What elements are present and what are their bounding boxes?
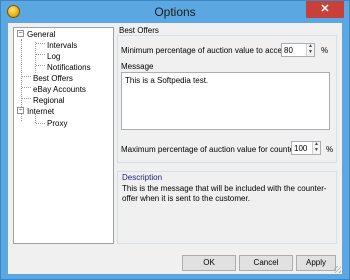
spin-down-icon[interactable]: ▼ [308, 50, 313, 55]
apply-button[interactable]: Apply [296, 255, 336, 271]
min-percentage-spinner[interactable]: 80 ▲ ▼ [281, 43, 315, 57]
resize-grip-icon[interactable] [334, 266, 341, 273]
message-label: Message [121, 62, 154, 71]
max-percentage-unit: % [326, 145, 334, 154]
description-text: This is the message that will be include… [122, 184, 327, 203]
tree-item-internet[interactable]: Internet [27, 107, 54, 116]
window-title: Options [154, 5, 196, 19]
dialog-body: − General Intervals Log Notifications Be… [8, 23, 342, 274]
description-title: Description [122, 173, 163, 182]
close-button[interactable]: ✕ [306, 1, 344, 18]
tree-item-ebay-accounts[interactable]: eBay Accounts [33, 85, 86, 94]
description-panel: Description This is the message that wil… [117, 171, 337, 244]
tree-item-notifications[interactable]: Notifications [47, 63, 91, 72]
tree-item-best-offers[interactable]: Best Offers [33, 74, 73, 83]
general-collapse-icon[interactable]: − [17, 30, 24, 37]
spin-down-icon[interactable]: ▼ [314, 148, 319, 153]
tree-item-intervals[interactable]: Intervals [47, 41, 77, 50]
tree-item-log[interactable]: Log [47, 52, 60, 61]
max-percentage-value[interactable]: 100 [294, 144, 307, 153]
tree-item-regional[interactable]: Regional [33, 96, 65, 105]
tree-item-proxy[interactable]: Proxy [47, 119, 67, 128]
tree-item-general[interactable]: General [27, 30, 55, 39]
options-window: Options ✕ − General Intervals Log Notifi… [0, 0, 350, 280]
min-percentage-value[interactable]: 80 [284, 46, 293, 55]
best-offers-heading: Best Offers [118, 26, 160, 35]
ok-button[interactable]: OK [182, 255, 236, 271]
min-percentage-unit: % [321, 46, 329, 55]
title-bar[interactable]: Options ✕ [1, 1, 349, 23]
min-percentage-label: Minimum percentage of auction value to a… [121, 46, 291, 55]
max-spinner-arrows[interactable]: ▲ ▼ [312, 142, 320, 154]
message-textarea[interactable]: This is a Softpedia test. [121, 72, 330, 130]
max-percentage-label: Maximum percentage of auction value for … [121, 145, 303, 154]
options-tree[interactable]: − General Intervals Log Notifications Be… [13, 27, 114, 244]
cancel-button[interactable]: Cancel [239, 255, 293, 271]
max-percentage-spinner[interactable]: 100 ▲ ▼ [291, 141, 321, 155]
internet-collapse-icon[interactable]: − [17, 107, 24, 114]
min-spinner-arrows[interactable]: ▲ ▼ [306, 44, 314, 56]
